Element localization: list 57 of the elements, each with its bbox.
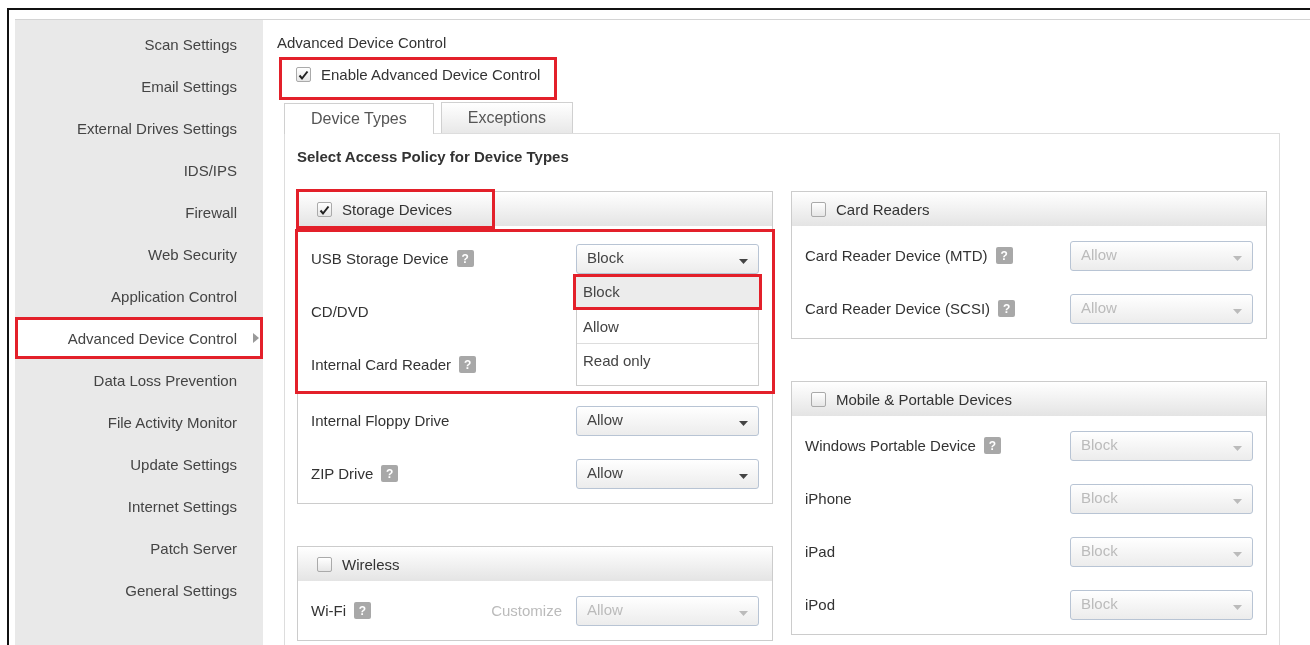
sidebar-item[interactable]: Scan Settings bbox=[15, 23, 263, 65]
page-title: Advanced Device Control bbox=[277, 34, 448, 51]
device-label: Card Reader Device (MTD) bbox=[805, 247, 988, 264]
caret-icon bbox=[1233, 445, 1242, 451]
group-title: Storage Devices bbox=[342, 200, 453, 218]
device-label: ZIP Drive bbox=[311, 465, 374, 482]
checkbox-label: Enable Advanced Device Control bbox=[321, 66, 541, 83]
caret-icon bbox=[739, 473, 748, 479]
device-label: iPad bbox=[805, 543, 836, 560]
sidebar-item[interactable]: Email Settings bbox=[15, 65, 263, 107]
caret-icon bbox=[1233, 498, 1242, 504]
sidebar-item[interactable]: Update Settings bbox=[15, 443, 263, 485]
dropdown-option[interactable]: Block bbox=[574, 275, 761, 309]
device-label: USB Storage Device bbox=[311, 250, 449, 267]
device-label: Internal Card Reader bbox=[311, 356, 452, 373]
device-label: iPhone bbox=[805, 490, 852, 507]
section-heading: Select Access Policy for Device Types bbox=[297, 148, 570, 165]
dropdown-option[interactable]: Allow bbox=[577, 309, 758, 343]
checkbox[interactable] bbox=[811, 201, 826, 217]
caret-icon bbox=[1233, 308, 1242, 314]
device-label: iPod bbox=[805, 596, 836, 613]
sidebar-item[interactable]: External Drives Settings bbox=[15, 107, 263, 149]
dropdown-option[interactable]: Read only bbox=[577, 343, 758, 377]
sidebar-item[interactable]: Data Loss Prevention bbox=[15, 359, 263, 401]
tab[interactable]: Device Types bbox=[284, 103, 434, 134]
checkbox[interactable] bbox=[811, 391, 826, 407]
policy-dropdown[interactable]: Block bbox=[576, 243, 759, 274]
sidebar-item[interactable]: General Settings bbox=[15, 569, 263, 611]
checkbox[interactable] bbox=[317, 556, 332, 572]
sidebar-item[interactable]: Patch Server bbox=[15, 527, 263, 569]
sidebar-item[interactable]: Advanced Device Control bbox=[15, 317, 263, 359]
checkbox[interactable] bbox=[296, 67, 311, 82]
policy-dropdown[interactable]: Allow bbox=[576, 405, 759, 436]
device-label: Wi-Fi bbox=[311, 602, 346, 619]
caret-icon bbox=[1233, 255, 1242, 261]
device-label: CD/DVD bbox=[311, 303, 369, 320]
caret-icon bbox=[1233, 551, 1242, 557]
tab[interactable]: Exceptions bbox=[440, 102, 573, 133]
group-title: Card Readers bbox=[836, 200, 930, 218]
group-title: Mobile & Portable Devices bbox=[836, 390, 1012, 408]
group-title: Wireless bbox=[342, 555, 400, 573]
device-label: Internal Floppy Drive bbox=[311, 412, 450, 429]
policy-dropdown[interactable]: Allow bbox=[576, 458, 759, 489]
caret-icon bbox=[739, 610, 748, 616]
caret-icon bbox=[739, 420, 748, 426]
checkbox[interactable] bbox=[317, 201, 332, 217]
device-label: Card Reader Device (SCSI) bbox=[805, 300, 991, 317]
triangle-icon bbox=[253, 333, 259, 343]
sidebar-item[interactable]: IDS/IPS bbox=[15, 149, 263, 191]
sidebar-item[interactable]: File Activity Monitor bbox=[15, 401, 263, 443]
caret-icon bbox=[1233, 604, 1242, 610]
sidebar-item[interactable]: Firewall bbox=[15, 191, 263, 233]
caret-icon bbox=[739, 258, 748, 264]
sidebar-item[interactable]: Web Security bbox=[15, 233, 263, 275]
sidebar-item[interactable]: Internet Settings bbox=[15, 485, 263, 527]
device-label: Windows Portable Device bbox=[805, 437, 976, 454]
sidebar-item[interactable]: Application Control bbox=[15, 275, 263, 317]
